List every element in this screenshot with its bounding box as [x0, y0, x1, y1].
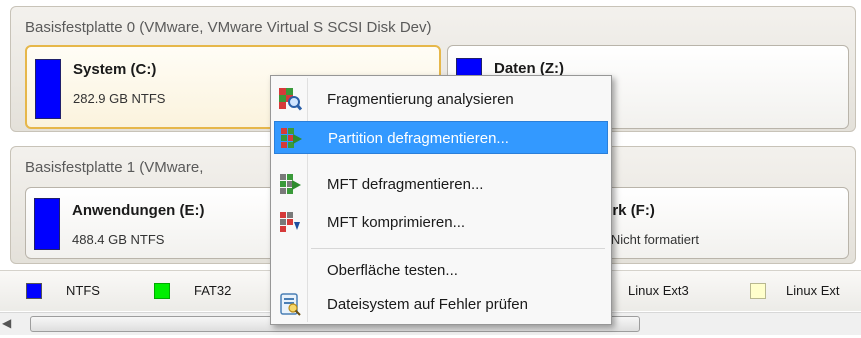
partition-color-ntfs — [35, 59, 61, 119]
compact-mft-icon — [280, 212, 300, 232]
menu-item-label: Fragmentierung analysieren — [327, 91, 514, 108]
menu-item-analyze-fragmentation[interactable]: Fragmentierung analysieren — [274, 83, 608, 116]
legend-swatch — [750, 283, 766, 299]
menu-item-label: Oberfläche testen... — [327, 262, 458, 279]
disk-1-title: Basisfestplatte 1 (VMware, — [25, 159, 204, 176]
scroll-left-arrow-icon[interactable]: ◀ — [2, 316, 11, 330]
context-menu: Fragmentierung analysieren Partition def… — [270, 75, 612, 325]
partition-info: 282.9 GB NTFS — [73, 91, 166, 106]
menu-item-compact-mft[interactable]: MFT komprimieren... — [274, 206, 608, 239]
menu-item-defragment-partition[interactable]: Partition defragmentieren... — [274, 121, 608, 154]
legend-swatch — [26, 283, 42, 299]
legend-swatch — [154, 283, 170, 299]
analyze-fragmentation-icon — [279, 88, 302, 111]
menu-item-label: MFT komprimieren... — [327, 214, 466, 231]
partition-name: Anwendungen (E:) — [72, 202, 205, 219]
menu-item-test-surface[interactable]: Oberfläche testen... — [274, 254, 608, 287]
defragment-partition-icon — [281, 128, 302, 148]
legend-label: Linux Ext3 — [628, 283, 689, 298]
menu-item-label: Dateisystem auf Fehler prüfen — [327, 296, 528, 313]
menu-item-defragment-mft[interactable]: MFT defragmentieren... — [274, 168, 608, 201]
legend-label: NTFS — [66, 283, 100, 298]
partition-color-ntfs — [34, 198, 60, 250]
menu-item-label: MFT defragmentieren... — [327, 176, 484, 193]
menu-item-check-filesystem[interactable]: Dateisystem auf Fehler prüfen — [274, 288, 608, 321]
menu-separator — [311, 248, 605, 249]
defragment-mft-icon — [280, 174, 301, 194]
disk-0-title: Basisfestplatte 0 (VMware, VMware Virtua… — [25, 19, 432, 36]
legend-label: FAT32 — [194, 283, 232, 298]
menu-item-label: Partition defragmentieren... — [328, 130, 509, 147]
partition-info: 3 Nicht formatiert — [600, 232, 699, 247]
partition-info: 488.4 GB NTFS — [72, 232, 165, 247]
check-filesystem-icon — [280, 293, 301, 316]
legend-label: Linux Ext — [786, 283, 840, 298]
partition-name: System (C:) — [73, 61, 157, 78]
